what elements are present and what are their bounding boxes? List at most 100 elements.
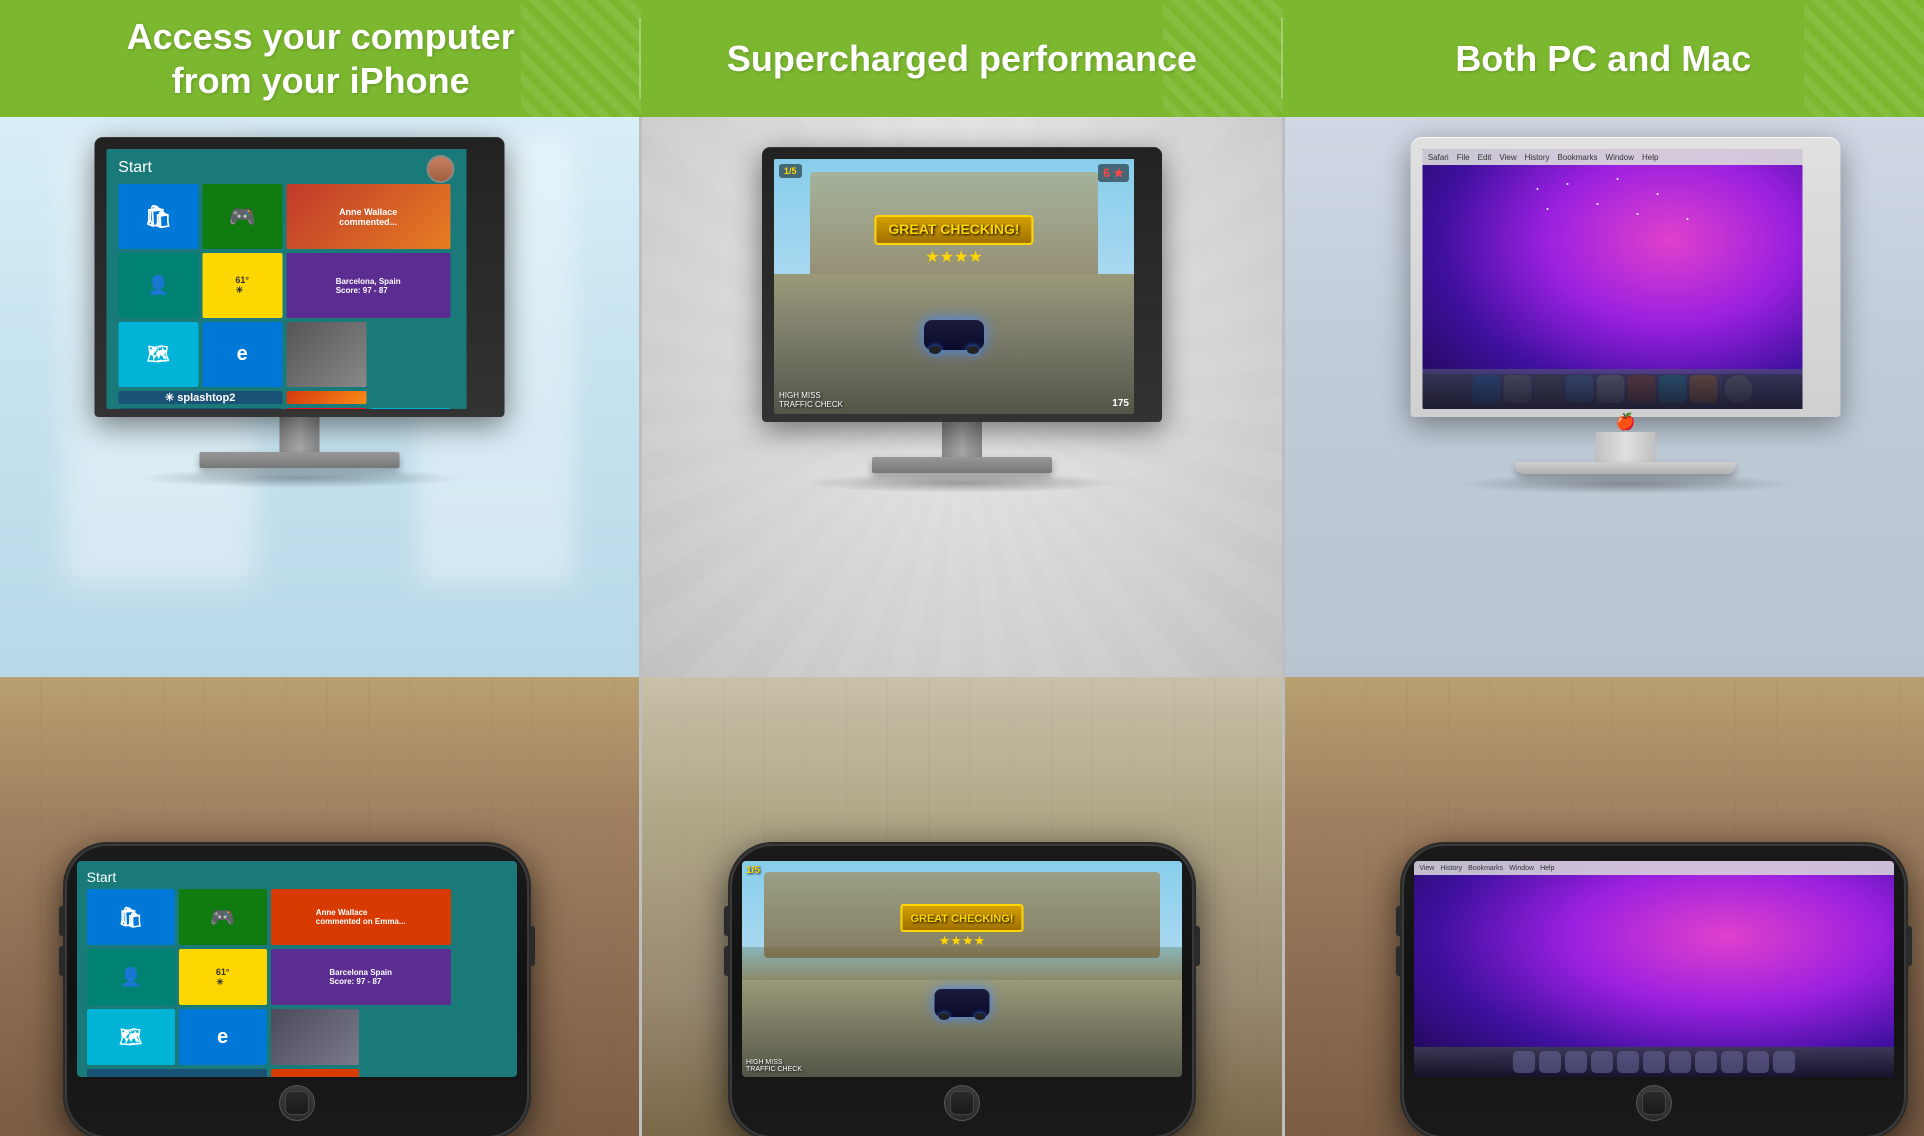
game-hud-score: 6 ★ [1098, 164, 1129, 182]
iphone-start-label: Start [87, 869, 117, 885]
iphone-tile-red [271, 1069, 359, 1077]
monitor-base [199, 452, 399, 468]
iphone-game-content: 1/5 GREAT CHECKING! ★★★★ [742, 861, 1182, 1077]
mac-stars [1537, 188, 1539, 190]
monitor-frame: Start 🛍 🎮 [94, 137, 504, 417]
iphone-screen-mac: View History Bookmarks Window Help [1414, 861, 1894, 1077]
iphone-frame: Start 🛍 🎮 Anne Wallacecommented on Emma.… [67, 846, 527, 1136]
header-title-1: Access your computer from your iPhone [127, 15, 515, 101]
mac-menu-history: History [1525, 153, 1550, 162]
iphone-dock-icon-8 [1695, 1051, 1717, 1073]
iphone-mac: View History Bookmarks Window Help [1404, 846, 1904, 1136]
dock-trash [1725, 375, 1753, 403]
iphone-mac-vol-down [1396, 946, 1402, 976]
mac-menubar: Safari File Edit View History Bookmarks … [1423, 149, 1803, 165]
iphone-tile-photo [271, 1009, 359, 1065]
mac-menu-window: Window [1606, 153, 1634, 162]
iphone-gaming-frame: 1/5 GREAT CHECKING! ★★★★ [732, 846, 1192, 1136]
iphone-mac-home-inner [1642, 1091, 1666, 1115]
iphone-mac-vol-up [1396, 906, 1402, 936]
iphone-mac-menu-bookmarks: Bookmarks [1468, 865, 1503, 872]
iphone-volume-up [59, 906, 65, 936]
col-mac: Safari File Edit View History Bookmarks … [1285, 117, 1924, 1136]
iphone-dock-icon-6 [1643, 1051, 1665, 1073]
gaming-monitor-base [872, 457, 1052, 473]
iphone-volume-down [59, 946, 65, 976]
mac-monitor-frame: Safari File Edit View History Bookmarks … [1411, 137, 1841, 417]
gaming-monitor-shadow [802, 473, 1122, 493]
dock-icon-2 [1504, 375, 1532, 403]
dock-icon-4 [1566, 375, 1594, 403]
tile-ie: e [202, 322, 282, 387]
mac-desktop: Safari File Edit View History Bookmarks … [1423, 149, 1803, 409]
mac-monitor-base [1516, 462, 1736, 474]
col1-background: Start 🛍 🎮 [0, 117, 639, 1136]
iphone-power-btn [529, 926, 535, 966]
tile-photos: Anne Wallacecommented... [286, 184, 450, 249]
gaming-monitor: 1/5 6 ★ GREAT CHECKING! ★★★★ [762, 147, 1162, 493]
dock-divider [1721, 376, 1722, 402]
iphone-car-wheel-l [938, 1013, 949, 1020]
iphone-screen-windows: Start 🛍 🎮 Anne Wallacecommented on Emma.… [77, 861, 517, 1077]
win8-user-avatar [426, 155, 454, 183]
game-score-bottom: 175 [1112, 398, 1129, 409]
gaming-monitor-neck [942, 422, 982, 457]
iphone-mac-menu-history: History [1440, 865, 1462, 872]
tile-games: 🎮 [202, 184, 282, 249]
iphone-tile-maps: 🗺 [87, 1009, 175, 1065]
mac-dock [1423, 369, 1803, 409]
iphone-tile-social: Anne Wallacecommented on Emma... [271, 889, 451, 945]
col2-background: 1/5 6 ★ GREAT CHECKING! ★★★★ [642, 117, 1281, 1136]
tile-maps: 🗺 [118, 322, 198, 387]
iphone-gaming: 1/5 GREAT CHECKING! ★★★★ [732, 846, 1192, 1136]
col-windows: Start 🛍 🎮 [0, 117, 642, 1136]
iphone-vol-up [724, 906, 730, 936]
tile-store: 🛍 [118, 184, 198, 249]
iphone-game-banner-box: GREAT CHECKING! [900, 904, 1023, 932]
car-wheel-right [967, 346, 979, 354]
monitor-neck [279, 417, 319, 452]
iphone-home-button[interactable] [279, 1085, 315, 1121]
gaming-monitor-screen: 1/5 6 ★ GREAT CHECKING! ★★★★ [774, 159, 1150, 414]
iphone-tile-store: 🛍 [87, 889, 175, 945]
win8-desktop: Start 🛍 🎮 [106, 149, 466, 409]
iphone-game-text: GREAT CHECKING! [910, 913, 1013, 925]
iphone-dock-icon-9 [1721, 1051, 1743, 1073]
iphone-screen-gaming: 1/5 GREAT CHECKING! ★★★★ [742, 861, 1182, 1077]
tile-weather: 61°☀ [202, 253, 282, 318]
iphone-mac-menubar: View History Bookmarks Window Help [1414, 861, 1894, 875]
game-hud-bottom: HIGH MISSTRAFFIC CHECK [779, 391, 843, 409]
tile-cloud: ☁ [370, 408, 450, 409]
iphone-home-inner [285, 1091, 309, 1115]
game-stars: ★★★★ [874, 247, 1033, 267]
iphone-game-car [934, 989, 989, 1017]
game-banner: GREAT CHECKING! ★★★★ [874, 215, 1033, 267]
header-title-2: Supercharged performance [727, 37, 1197, 80]
monitor-screen: Start 🛍 🎮 [106, 149, 492, 409]
mac-monitor: Safari File Edit View History Bookmarks … [1411, 137, 1841, 494]
page-container: Access your computer from your iPhone Su… [0, 0, 1924, 1136]
content-area: Start 🛍 🎮 [0, 117, 1924, 1136]
mac-menu-file: File [1457, 153, 1470, 162]
iphone-tile-splashtop: ✳ splashtop2 [87, 1069, 267, 1077]
dock-icon-5 [1597, 375, 1625, 403]
tile-machado: Manuel Machado90 Vacation photosThese pi… [118, 408, 282, 409]
iphone-mac-power [1906, 926, 1912, 966]
header-col-2: Supercharged performance [641, 0, 1282, 117]
iphone-vol-down [724, 946, 730, 976]
dock-icon-1 [1473, 375, 1501, 403]
iphone-dock-icon-4 [1591, 1051, 1613, 1073]
dock-icon-6 [1628, 375, 1656, 403]
windows-monitor: Start 🛍 🎮 [94, 137, 504, 488]
iphone-mac-home[interactable] [1636, 1085, 1672, 1121]
iphone-dock-icon-10 [1747, 1051, 1769, 1073]
header-col-3: Both PC and Mac [1283, 0, 1924, 117]
col-gaming: 1/5 6 ★ GREAT CHECKING! ★★★★ [642, 117, 1284, 1136]
iphone-tile-people: 👤 [87, 949, 175, 1005]
iphone-gaming-home[interactable] [944, 1085, 980, 1121]
iphone-win8-content: Start 🛍 🎮 Anne Wallacecommented on Emma.… [77, 861, 517, 1077]
dock-icon-8 [1690, 375, 1718, 403]
iphone-tile-games: 🎮 [179, 889, 267, 945]
iphone-mac-menu-help: Help [1540, 865, 1554, 872]
iphone-tiles-grid: 🛍 🎮 Anne Wallacecommented on Emma... 👤 6… [87, 889, 451, 1077]
